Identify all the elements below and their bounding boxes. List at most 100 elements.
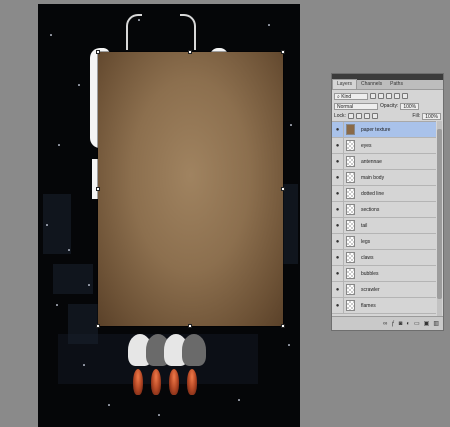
flame (187, 369, 197, 395)
trash-icon[interactable]: ▥ (433, 320, 439, 327)
star (68, 249, 70, 251)
new-layer-icon[interactable]: ▣ (424, 320, 430, 327)
star (158, 414, 160, 416)
layer-name: dotted line (361, 190, 385, 197)
filter-kind-select[interactable]: ⌕ Kind (334, 92, 368, 100)
layers-panel: Layers Channels Paths ⌕ Kind Normal Opac… (331, 73, 444, 331)
layer-thumbnail (346, 156, 355, 167)
transform-handle-tr[interactable] (281, 50, 285, 54)
tab-layers[interactable]: Layers (332, 79, 358, 89)
visibility-eye-icon[interactable]: ● (332, 159, 343, 165)
lock-image-icon[interactable] (355, 113, 362, 119)
blend-row: Normal Opacity: 100% (332, 101, 443, 111)
star (78, 84, 80, 86)
visibility-eye-icon[interactable]: ● (332, 127, 343, 133)
layer-row[interactable]: ● flames (332, 298, 436, 314)
star (288, 344, 290, 346)
star (50, 34, 52, 36)
layer-name: paper texture (361, 126, 391, 133)
filter-row: ⌕ Kind (332, 91, 443, 101)
layer-row[interactable]: ● claws (332, 250, 436, 266)
filter-type-icon[interactable] (386, 93, 392, 99)
layer-name: flames (361, 302, 376, 309)
visibility-eye-icon[interactable]: ● (332, 271, 343, 277)
layer-name: legs (361, 238, 371, 245)
star (83, 364, 85, 366)
layer-thumbnail (346, 252, 355, 263)
filter-adjustment-icon[interactable] (378, 93, 384, 99)
star (268, 24, 270, 26)
visibility-eye-icon[interactable]: ● (332, 175, 343, 181)
star (58, 144, 60, 146)
adjustment-icon[interactable]: ◐ (406, 321, 410, 327)
layer-list: ● paper texture ● eyes ● antennae ● main… (332, 121, 436, 318)
layer-row[interactable]: ● eyes (332, 138, 436, 154)
visibility-eye-icon[interactable]: ● (332, 207, 343, 213)
star (238, 399, 240, 401)
layer-row[interactable]: ● dotted line (332, 186, 436, 202)
blend-mode-select[interactable]: Normal (334, 102, 378, 110)
layer-thumbnail (346, 124, 355, 135)
layer-name: claws (361, 254, 374, 261)
flame (169, 369, 179, 395)
layer-name: scrawler (361, 286, 380, 293)
link-icon[interactable]: ∞ (383, 321, 387, 327)
visibility-eye-icon[interactable]: ● (332, 287, 343, 293)
layer-list-scrollbar[interactable] (437, 121, 442, 317)
visibility-eye-icon[interactable]: ● (332, 223, 343, 229)
star (290, 124, 292, 126)
transform-handle-mr[interactable] (281, 187, 285, 191)
transform-handle-bl[interactable] (96, 324, 100, 328)
transform-handle-br[interactable] (281, 324, 285, 328)
tail-pod (182, 334, 206, 366)
lock-all-icon[interactable] (371, 113, 378, 119)
flame (151, 369, 161, 395)
flame (133, 369, 143, 395)
layer-row[interactable]: ● bubbles (332, 266, 436, 282)
layer-row[interactable]: ● tail (332, 218, 436, 234)
lock-transparent-icon[interactable] (347, 113, 354, 119)
layer-row[interactable]: ● paper texture (332, 122, 436, 138)
layer-thumbnail (346, 284, 355, 295)
layer-row[interactable]: ● scrawler (332, 282, 436, 298)
visibility-eye-icon[interactable]: ● (332, 239, 343, 245)
layer-row[interactable]: ● legs (332, 234, 436, 250)
scrollbar-thumb[interactable] (437, 129, 442, 299)
paper-texture-layer[interactable] (96, 50, 285, 328)
lock-position-icon[interactable] (363, 113, 370, 119)
visibility-eye-icon[interactable]: ● (332, 143, 343, 149)
layer-thumbnail (346, 140, 355, 151)
layer-thumbnail (346, 268, 355, 279)
layer-row[interactable]: ● main body (332, 170, 436, 186)
visibility-eye-icon[interactable]: ● (332, 191, 343, 197)
filter-shape-icon[interactable] (394, 93, 400, 99)
visibility-eye-icon[interactable]: ● (332, 303, 343, 309)
layer-row[interactable]: ● antennae (332, 154, 436, 170)
transform-handle-tm[interactable] (188, 50, 192, 54)
filter-pixel-icon[interactable] (370, 93, 376, 99)
opacity-label: Opacity: (380, 103, 399, 109)
panel-bottom-bar: ∞ ƒ ◙ ◐ ▭ ▣ ▥ (332, 316, 443, 330)
transform-handle-tl[interactable] (96, 50, 100, 54)
layer-thumbnail (346, 236, 355, 247)
fill-input[interactable]: 100% (422, 112, 441, 120)
layer-thumbnail (346, 220, 355, 231)
transform-handle-ml[interactable] (96, 187, 100, 191)
tab-channels[interactable]: Channels (357, 80, 386, 89)
transform-handle-bm[interactable] (188, 324, 192, 328)
nebula-patch (53, 264, 93, 294)
layer-name: eyes (361, 142, 372, 149)
folder-icon[interactable]: ▭ (414, 320, 420, 327)
filter-smart-icon[interactable] (402, 93, 408, 99)
tab-paths[interactable]: Paths (386, 80, 407, 89)
mask-icon[interactable]: ◙ (399, 321, 403, 327)
opacity-input[interactable]: 100% (400, 102, 420, 110)
layer-name: sections (361, 206, 380, 213)
fx-icon[interactable]: ƒ (391, 321, 394, 327)
layer-thumbnail (346, 188, 355, 199)
visibility-eye-icon[interactable]: ● (332, 255, 343, 261)
layer-row[interactable]: ● sections (332, 202, 436, 218)
fill-label: Fill: (412, 113, 421, 119)
layer-thumbnail (346, 204, 355, 215)
search-icon: ⌕ (337, 93, 340, 100)
